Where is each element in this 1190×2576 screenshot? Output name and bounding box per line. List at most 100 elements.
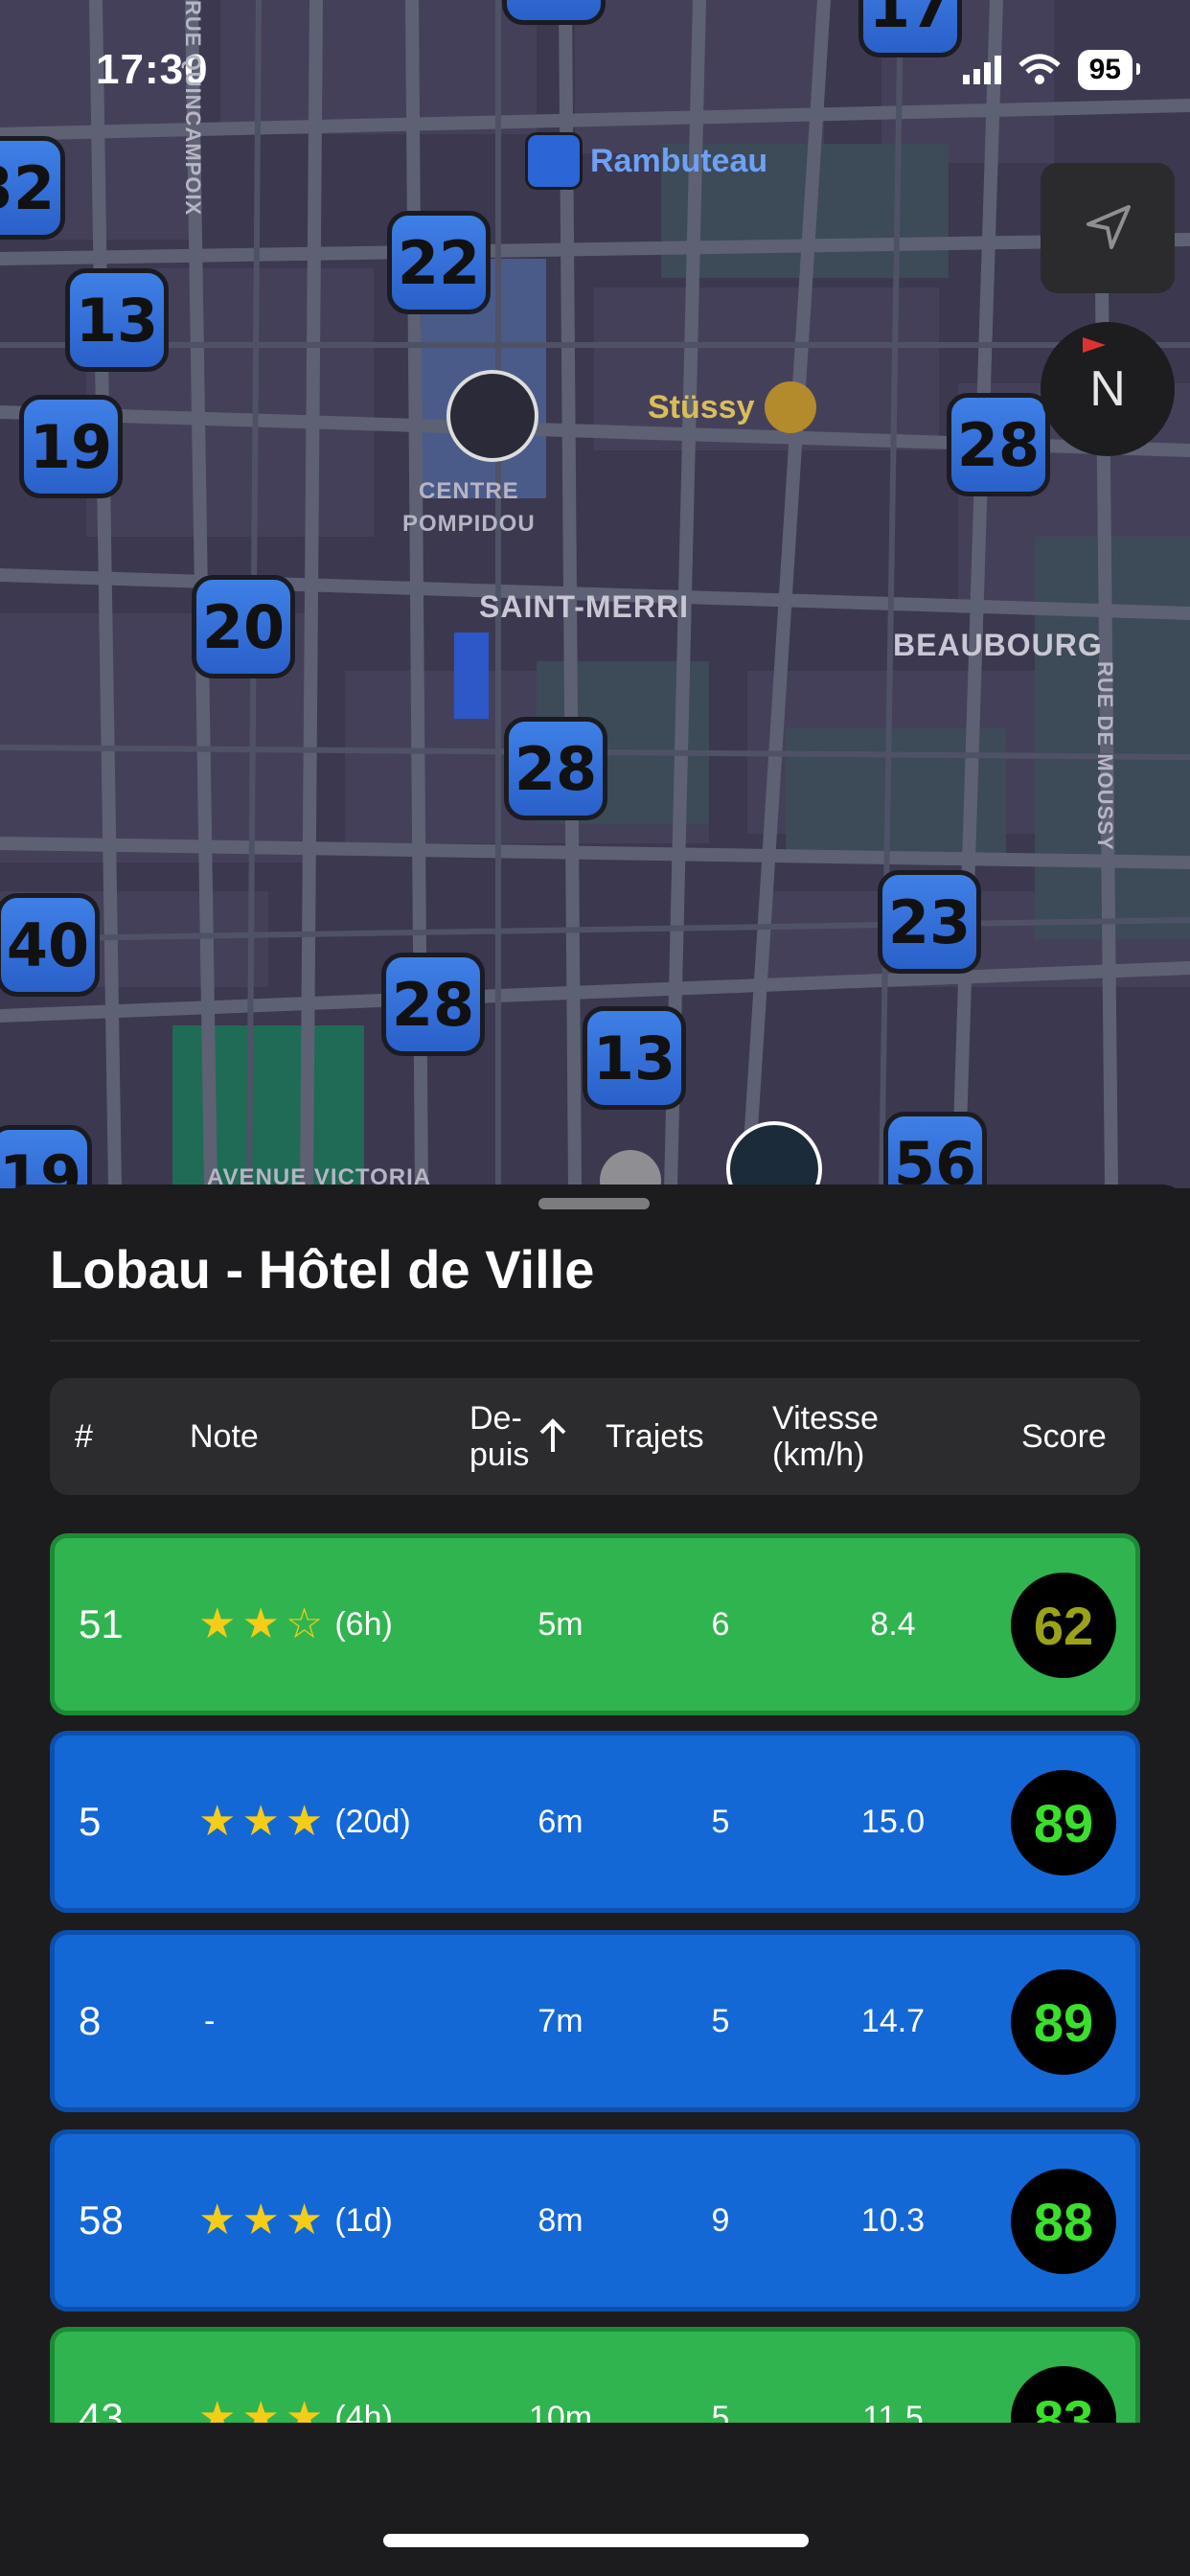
station-bubble[interactable]: 13 (583, 1006, 686, 1110)
table-row[interactable]: 8 - 7m 5 14.7 89 (50, 1930, 1140, 2112)
trip-count: 9 (711, 2201, 730, 2239)
column-speed[interactable]: Vitesse (km/h) (772, 1378, 879, 1495)
table-row[interactable]: 51 ★ ★ ☆ (6h) 5m 6 8.4 62 (50, 1533, 1140, 1715)
divider (50, 1340, 1140, 1342)
rating: - (198, 1935, 215, 2107)
column-score[interactable]: Score (1021, 1378, 1107, 1495)
station-bubble[interactable]: 20 (192, 575, 295, 678)
star-filled-icon: ★ (285, 1798, 324, 1845)
bike-id: 58 (79, 2197, 124, 2242)
column-since-line1: De- (469, 1400, 522, 1437)
star-filled-icon: ★ (241, 2196, 280, 2243)
compass-needle-icon (1083, 337, 1106, 353)
table-header: # Note De- puis Trajets Vitesse (km/h) S… (50, 1378, 1140, 1495)
star-filled-icon: ★ (241, 1600, 280, 1647)
score-badge: 88 (1011, 2169, 1116, 2274)
museum-icon[interactable] (446, 370, 538, 462)
star-empty-icon: ☆ (285, 1600, 324, 1647)
star-filled-icon: ★ (198, 2394, 237, 2424)
station-bubble[interactable]: 28 (947, 393, 1050, 496)
star-filled-icon: ★ (198, 1798, 237, 1845)
poi-label: Stüssy (648, 388, 755, 426)
average-speed: 10.3 (860, 2201, 926, 2239)
rating-age: - (204, 2002, 216, 2039)
home-indicator[interactable] (383, 2534, 809, 2547)
rating: ★ ★ ★ (20d) (198, 1736, 411, 1908)
station-bubble[interactable]: 19 (0, 1125, 92, 1188)
label-centre-pompidou: CENTRE POMPIDOU (402, 478, 536, 537)
wifi-icon (1018, 54, 1061, 84)
table-row[interactable]: 58 ★ ★ ★ (1d) 8m 9 10.3 88 (50, 2129, 1140, 2312)
trip-count: 5 (711, 2002, 730, 2039)
label-rue-quincampoix: RUE QUINCAMPOIX (181, 0, 205, 217)
star-filled-icon: ★ (198, 2196, 237, 2243)
rating-age: (4h) (334, 2399, 393, 2424)
time-since: 7m (538, 2002, 584, 2039)
station-bubble[interactable]: 28 (502, 0, 606, 25)
location-arrow-icon (1087, 205, 1131, 249)
average-speed: 8.4 (870, 1605, 916, 1643)
bike-id: 43 (79, 2395, 124, 2423)
time-since: 8m (538, 2201, 584, 2239)
station-bubble[interactable]: 28 (381, 953, 485, 1056)
sheet-grabber[interactable] (538, 1198, 650, 1209)
rating-age: (20d) (334, 1803, 411, 1840)
station-bubble[interactable]: 23 (878, 870, 981, 974)
compass-north-label: N (1089, 361, 1126, 417)
rating-age: (1d) (334, 2201, 393, 2239)
score-badge: 89 (1011, 1770, 1116, 1875)
time-since: 6m (538, 1803, 584, 1840)
locate-me-button[interactable] (1041, 163, 1175, 293)
rating: ★ ★ ★ (4h) (198, 2332, 393, 2424)
bike-id: 8 (79, 1998, 102, 2043)
poi-stussy[interactable]: Stüssy (648, 381, 816, 433)
column-speed-line2: (km/h) (772, 1437, 865, 1473)
score-badge: 62 (1011, 1573, 1116, 1678)
station-bubble[interactable]: 40 (0, 893, 100, 997)
average-speed: 14.7 (860, 2002, 926, 2039)
score-badge: 89 (1011, 1969, 1116, 2075)
time-since: 10m (528, 2399, 593, 2424)
column-since[interactable]: De- puis (469, 1378, 569, 1495)
average-speed: 11.5 (862, 2399, 924, 2424)
bike-id: 5 (79, 1799, 102, 1844)
station-detail-sheet: Lobau - Hôtel de Ville # Note De- puis T… (0, 1184, 1190, 2576)
battery-indicator: 95 (1077, 50, 1141, 90)
station-bubble[interactable]: 22 (387, 211, 491, 314)
shirt-icon (764, 381, 816, 433)
score-badge: 83 (1011, 2366, 1116, 2423)
label-beaubourg: BEAUBOURG (893, 628, 1103, 662)
signal-icon (962, 56, 1001, 84)
column-note[interactable]: Note (190, 1378, 259, 1495)
star-filled-icon: ★ (198, 1600, 237, 1647)
table-row[interactable]: 43 ★ ★ ★ (4h) 10m 5 11.5 83 (50, 2327, 1140, 2423)
average-speed: 15.0 (860, 1803, 926, 1840)
station-bubble[interactable]: 32 (0, 136, 65, 240)
map-view[interactable]: 17:30 95 Rambuteau Stüssy CENTRE POMPIDO… (0, 0, 1190, 1188)
star-filled-icon: ★ (241, 2394, 280, 2424)
station-title: Lobau - Hôtel de Ville (50, 1239, 595, 1300)
status-icons: 95 (962, 50, 1141, 90)
station-bubble[interactable]: 56 (883, 1112, 987, 1188)
time-since: 5m (538, 1605, 584, 1643)
metro-icon (525, 132, 583, 190)
bike-id: 51 (79, 1601, 124, 1646)
station-bubble[interactable]: 13 (65, 268, 169, 372)
column-since-line2: puis (469, 1437, 530, 1473)
column-id[interactable]: # (75, 1378, 93, 1495)
star-filled-icon: ★ (285, 2394, 324, 2424)
table-row[interactable]: 5 ★ ★ ★ (20d) 6m 5 15.0 89 (50, 1731, 1140, 1913)
star-filled-icon: ★ (285, 2196, 324, 2243)
compass-button[interactable]: N (1041, 322, 1175, 456)
trip-count: 5 (711, 1803, 730, 1840)
station-bubble[interactable]: 19 (19, 395, 123, 498)
station-bubble[interactable]: 28 (504, 717, 607, 820)
label-saint-merri: SAINT-MERRI (479, 589, 689, 624)
column-trips[interactable]: Trajets (606, 1378, 704, 1495)
bike-list[interactable]: 51 ★ ★ ☆ (6h) 5m 6 8.4 62 5 ★ ★ ★ (20d) 6m 5 15.0 89 8-7… (50, 1533, 1140, 2423)
station-bubble[interactable]: 17 (858, 0, 962, 58)
trip-count: 6 (711, 1605, 730, 1643)
star-filled-icon: ★ (241, 1798, 280, 1845)
column-speed-line1: Vitesse (772, 1400, 879, 1437)
metro-station-rambuteau[interactable]: Rambuteau (525, 132, 767, 190)
